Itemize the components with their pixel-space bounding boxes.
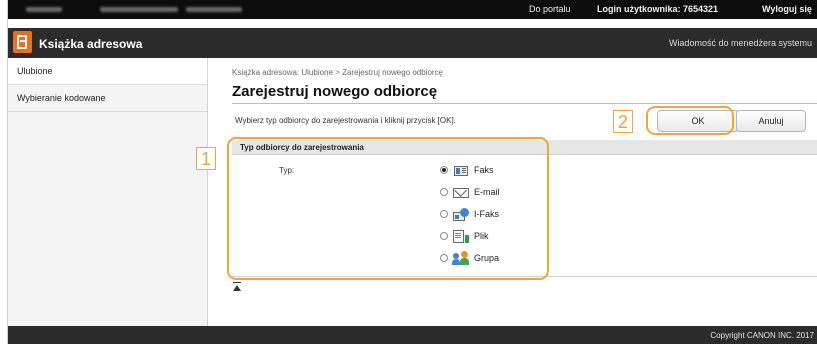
footer: Copyright CANON INC. 2017 bbox=[8, 326, 817, 344]
browser-frame: Do portalu Login użytkownika: 7654321 Wy… bbox=[7, 0, 817, 344]
option-email[interactable]: E-mail bbox=[440, 183, 500, 201]
callout-number-1: 1 bbox=[196, 147, 216, 170]
radio-fax[interactable] bbox=[440, 166, 448, 174]
option-group[interactable]: Grupa bbox=[440, 249, 499, 267]
app-header: Książka adresowa Wiadomość do menedżera … bbox=[8, 28, 817, 58]
option-label: Plik bbox=[474, 231, 489, 241]
blurred-text bbox=[26, 7, 62, 12]
cancel-button[interactable]: Anuluj bbox=[736, 110, 806, 132]
sidebar-item-coded-dial[interactable]: Wybieranie kodowane bbox=[8, 85, 207, 112]
recipient-type-panel: Typ odbiorcy do zarejestrowania Typ: Fak… bbox=[232, 140, 817, 280]
title-divider bbox=[232, 103, 817, 104]
logout-link[interactable]: Wyloguj się bbox=[762, 4, 812, 14]
radio-email[interactable] bbox=[440, 188, 448, 196]
fax-icon bbox=[452, 163, 470, 178]
main-content: Książka adresowa: Ulubione > Zarejestruj… bbox=[209, 58, 817, 326]
login-user-text: Login użytkownika: 7654321 bbox=[597, 4, 719, 14]
callout-number-2: 2 bbox=[613, 110, 633, 133]
option-label: I-Faks bbox=[474, 209, 500, 219]
bottom-divider bbox=[232, 276, 817, 277]
option-label: Grupa bbox=[474, 253, 500, 263]
sidebar-item-favorites[interactable]: Ulubione bbox=[8, 58, 207, 85]
instruction-text: Wybierz typ odbiorcy do zarejestrowania … bbox=[235, 116, 456, 125]
app-title: Książka adresowa bbox=[39, 37, 143, 51]
file-icon bbox=[452, 229, 470, 244]
radio-ifax[interactable] bbox=[440, 210, 448, 218]
panel-heading: Typ odbiorcy do zarejestrowania bbox=[232, 140, 817, 155]
radio-file[interactable] bbox=[440, 232, 448, 240]
option-fax[interactable]: Faks bbox=[440, 161, 494, 179]
portal-link[interactable]: Do portalu bbox=[529, 4, 571, 14]
top-bar: Do portalu Login użytkownika: 7654321 Wy… bbox=[8, 0, 817, 19]
scroll-to-top-icon[interactable] bbox=[233, 282, 241, 292]
blurred-text bbox=[100, 7, 178, 12]
option-label: E-mail bbox=[474, 187, 500, 197]
type-label: Typ: bbox=[279, 166, 295, 175]
blurred-text bbox=[186, 7, 242, 12]
address-book-icon bbox=[13, 31, 32, 53]
page-title: Zarejestruj nowego odbiorcę bbox=[232, 83, 438, 100]
copyright-text: Copyright CANON INC. 2017 bbox=[710, 331, 814, 340]
group-icon bbox=[452, 250, 470, 266]
sidebar: Ulubione Wybieranie kodowane bbox=[8, 58, 208, 326]
manager-message-link[interactable]: Wiadomość do menedżera systemu bbox=[669, 38, 812, 48]
ok-button[interactable]: OK bbox=[657, 110, 739, 132]
email-icon bbox=[452, 183, 470, 200]
option-file[interactable]: Plik bbox=[440, 227, 489, 245]
radio-group[interactable] bbox=[440, 254, 448, 262]
breadcrumb: Książka adresowa: Ulubione > Zarejestruj… bbox=[232, 68, 444, 77]
option-label: Faks bbox=[474, 165, 494, 175]
option-ifax[interactable]: I-Faks bbox=[440, 205, 499, 223]
ifax-icon bbox=[452, 207, 470, 222]
